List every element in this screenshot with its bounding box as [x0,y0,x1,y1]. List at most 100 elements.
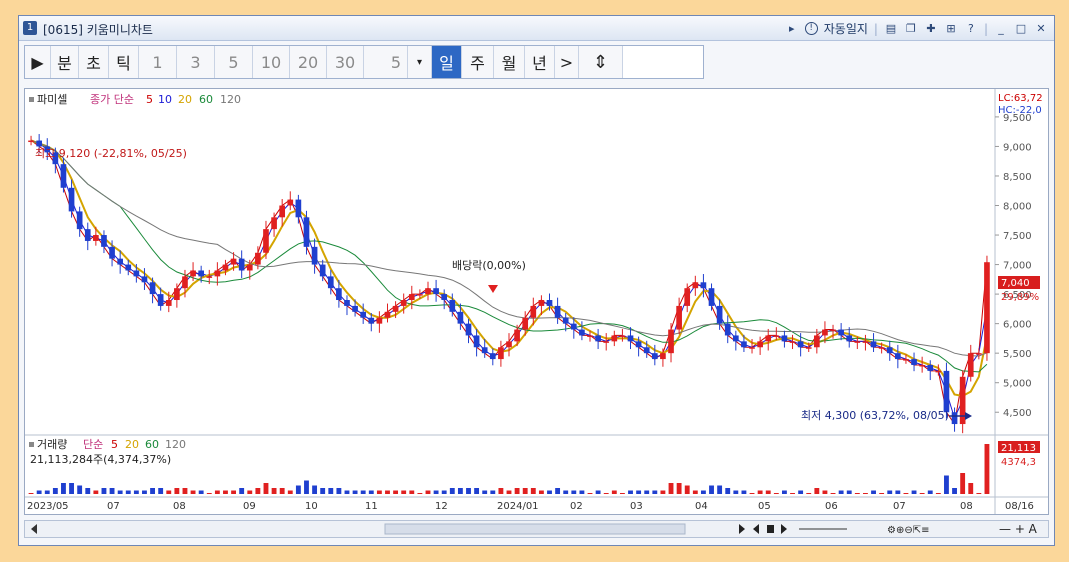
volume-bar [838,490,844,494]
x-tick-label: 07 [893,501,906,512]
candle [319,264,326,277]
candle [287,199,294,206]
close-icon[interactable]: ✕ [1034,22,1048,36]
candle [724,323,731,336]
layout-icon[interactable]: ▤ [884,22,898,36]
candle [141,276,148,283]
candle [789,341,796,343]
period-3-button[interactable]: 3 [177,46,215,78]
next-button[interactable]: > [555,46,579,78]
scroll-left-icon[interactable] [31,524,37,534]
volume-bar [717,485,723,494]
candle [603,341,610,343]
candle [368,317,375,324]
maximize-icon[interactable]: □ [1014,22,1028,36]
play-forward-icon[interactable] [739,524,745,534]
volume-bar [457,488,463,494]
volume-bar [547,490,552,494]
volume-bar [425,490,431,494]
candle [984,262,990,354]
volume-bar [441,490,447,494]
volume-bar [903,493,909,494]
x-tick-label: 08 [173,501,186,512]
stop-icon[interactable] [767,525,774,533]
legend-title: 파미셀 [37,93,67,106]
volume-bar [133,490,139,494]
candle [903,359,909,361]
candle [805,347,812,349]
chart-area[interactable]: 파미셀 종가 단순 5 10 20 60 120 LC:63,72 HC:-22… [24,88,1049,515]
volume-bar [700,490,706,494]
candle [489,353,496,360]
candle [976,353,982,355]
day-button[interactable]: 일 [432,46,462,78]
period-value-field[interactable]: 5 [364,46,408,78]
help-icon[interactable]: ? [964,22,978,36]
vertical-resize-button[interactable]: ⇕ [579,46,623,78]
candle [376,317,383,324]
minute-button[interactable]: 분 [51,46,79,78]
period-10-button[interactable]: 10 [253,46,290,78]
grid-icon[interactable]: ⊞ [944,22,958,36]
second-button[interactable]: 초 [79,46,109,78]
volume-bar [660,490,666,494]
period-1-button[interactable]: 1 [139,46,177,78]
volume-bar [952,488,957,494]
restore-window-icon[interactable]: ❐ [904,22,918,36]
volume-bar [579,490,585,494]
candle [967,353,974,377]
month-button[interactable]: 월 [494,46,525,78]
volume-bar [798,490,804,494]
y-tick-label: 8,000 [1003,202,1032,213]
fast-forward-icon[interactable] [781,524,787,534]
minimize-icon[interactable]: _ [994,22,1008,36]
period-5-button[interactable]: 5 [215,46,253,78]
scroll-thumb[interactable] [384,523,686,535]
candle [749,347,755,349]
volume-bar [976,493,982,494]
zoom-controls-icon[interactable]: — + A [999,522,1038,536]
arrow-right-icon[interactable]: ▸ [785,22,799,36]
candle [222,264,229,271]
week-button[interactable]: 주 [462,46,494,78]
volume-bar [352,490,358,494]
volume-bar [587,493,593,494]
info-icon[interactable]: ! [804,22,818,35]
volume-bar [344,490,350,494]
volume-bar [514,488,520,494]
candle [408,294,415,301]
volume-bar [336,488,342,494]
candle [822,329,828,336]
volume-bar [360,490,366,494]
x-tick-label: 07 [107,501,120,512]
volume-bar [393,490,399,494]
year-button[interactable]: 년 [525,46,555,78]
legend-marker [29,97,34,102]
candle [862,341,869,343]
chart-scrollbar[interactable]: ⚙⊕⊖⇱≡ — + A [24,520,1049,538]
period-30-button[interactable]: 30 [327,46,364,78]
candle [554,305,561,318]
volume-bar [433,490,439,494]
candle [757,341,763,348]
volume-bar [684,485,690,494]
period-dropdown-button[interactable]: ▾ [408,46,432,78]
period-20-button[interactable]: 20 [290,46,327,78]
volume-bar [887,490,893,494]
candle [425,288,431,295]
candle [878,347,885,349]
candle [279,205,286,218]
volume-right-value2: 4374,3 [1001,457,1036,468]
candle [303,217,310,247]
tick-button[interactable]: 틱 [109,46,139,78]
pin-icon[interactable]: ✚ [924,22,938,36]
tools-icon[interactable]: ⚙⊕⊖⇱≡ [887,525,929,536]
auto-log-button[interactable]: 자동일지 [824,20,868,37]
volume-legend-ma-label: 단순 [83,438,103,451]
volume-bar [271,488,277,494]
volume-ma60: 60 [145,438,159,451]
volume-bar [247,490,253,494]
rewind-icon[interactable] [753,524,759,534]
volume-bar [255,488,261,494]
play-button[interactable]: ▶ [25,46,51,78]
